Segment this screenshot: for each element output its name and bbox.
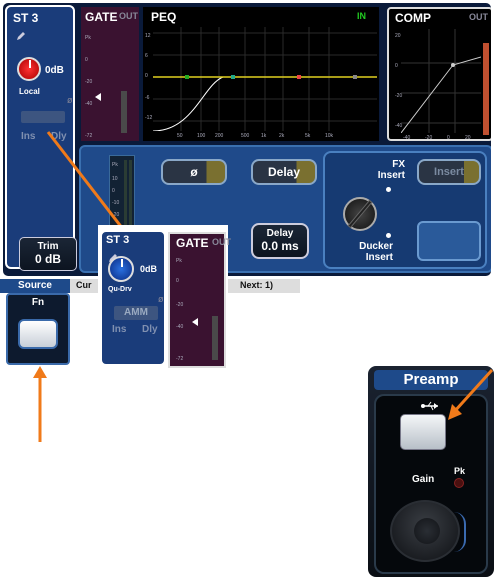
gain-knob-scale-arc	[454, 512, 466, 552]
peq-block[interactable]: PEQ IN 12 6 0 -6 -12 50 100 200 500 1k 2…	[143, 7, 379, 141]
zoom-gate-scale-72: -72	[176, 356, 184, 362]
peq-freq-500: 500	[241, 133, 250, 139]
peq-y-12: 12	[145, 33, 151, 39]
zoom-dly-label: Dly	[142, 324, 158, 335]
peq-y-minus12: -12	[145, 115, 153, 121]
peq-freq-100: 100	[197, 133, 206, 139]
zoom-gate-scale-0: 0	[176, 278, 179, 284]
gate-meter	[121, 91, 127, 133]
zoom-gate-meter	[212, 316, 218, 360]
phase-button[interactable]: ø	[161, 159, 227, 185]
ducker-insert-dot	[386, 233, 391, 238]
zoom-gain-value: 0dB	[140, 264, 158, 274]
insert-button[interactable]: Insert	[417, 159, 481, 185]
peq-status: IN	[357, 11, 366, 21]
peq-y-6: 6	[145, 53, 148, 59]
peq-y-0: 0	[145, 73, 148, 79]
peq-y-minus6: -6	[145, 95, 150, 101]
amm-indicator: AMM	[114, 306, 158, 320]
fx-insert-dot	[386, 187, 391, 192]
phase-indicator: ø	[67, 95, 73, 105]
comp-block[interactable]: COMP OUT 20 0 -20 -40 -40 -20 0 20	[387, 7, 491, 141]
tab-next[interactable]: Next: 1)	[240, 280, 273, 290]
zoom-gate-title: GATE	[176, 236, 209, 250]
gate-threshold-marker	[95, 93, 101, 101]
ins-label: Ins	[21, 131, 36, 142]
delay-button[interactable]: Delay	[251, 159, 317, 185]
comp-x-minus40: -40	[403, 135, 411, 141]
insert-button-label: Insert	[434, 166, 464, 178]
peq-curve-graph[interactable]	[153, 27, 377, 131]
delay-setting-label: Delay	[266, 228, 294, 239]
fn-key-panel: Fn	[6, 293, 70, 365]
zoom-channel-name: ST 3	[106, 234, 130, 246]
hardware-pk-label: Pk	[454, 466, 466, 476]
comp-transfer-curve[interactable]	[401, 29, 481, 133]
ducker-insert-label: Ducker Insert	[359, 241, 393, 263]
comp-y-0: 0	[395, 63, 398, 69]
channel-name: ST 3	[13, 11, 39, 25]
pencil-icon[interactable]	[15, 29, 27, 41]
peq-freq-200: 200	[215, 133, 224, 139]
gate-scale-40: -40	[85, 101, 93, 107]
comp-title: COMP	[395, 11, 431, 25]
gate-pk-label: Pk	[85, 35, 91, 41]
peq-title: PEQ	[151, 10, 177, 24]
pk-led	[454, 478, 464, 488]
peq-freq-10k: 10k	[325, 133, 334, 139]
hardware-gain-label: Gain	[412, 474, 435, 485]
insert-selector-knob[interactable]	[343, 197, 377, 231]
tab-source[interactable]: Source	[0, 279, 70, 293]
comp-gain-reduction-meter	[483, 43, 489, 135]
gate-block[interactable]: GATE OUT Pk 0 -20 -40 -72	[81, 7, 139, 141]
gain-knob[interactable]	[17, 57, 41, 81]
callout-arrow-fn	[33, 366, 47, 442]
delay-button-label: Delay	[267, 165, 301, 179]
peq-freq-2k: 2k	[279, 133, 285, 139]
gain-value: 0dB	[45, 65, 64, 76]
peq-freq-50: 50	[177, 133, 183, 139]
gate-title: GATE	[85, 10, 118, 24]
hardware-gain-knob[interactable]	[390, 500, 460, 562]
usb-icon	[420, 400, 440, 414]
usb-source-button[interactable]	[400, 414, 446, 450]
source-label: Local	[19, 87, 40, 96]
zoom-gate-scale-20: -20	[176, 302, 184, 308]
zoom-gate-pk: Pk	[176, 258, 182, 264]
delay-value: 0.0 ms	[261, 239, 299, 253]
comp-x-0: 0	[447, 135, 450, 141]
zoom-gate-block[interactable]: GATE OUT Pk 0 -20 -40 -72	[168, 232, 231, 368]
zoom-gate-threshold-marker	[192, 318, 198, 326]
fn-label: Fn	[31, 297, 45, 308]
comp-x-20: 20	[465, 135, 471, 141]
fx-insert-label: FX Insert	[377, 159, 405, 181]
zoom-gain-knob[interactable]	[108, 256, 134, 282]
amm-indicator-blank	[21, 111, 65, 123]
comp-status: OUT	[469, 12, 488, 22]
gate-scale-0: 0	[85, 57, 88, 63]
delay-value-button[interactable]: Delay 0.0 ms	[251, 223, 309, 259]
gate-scale-20: -20	[85, 79, 93, 85]
tab-current[interactable]: Cur	[76, 280, 92, 290]
zoom-gate-scale-40: -40	[176, 324, 184, 330]
peq-freq-5k: 5k	[305, 133, 311, 139]
zoom-ins-label: Ins	[112, 324, 127, 335]
callout-arrow-usb	[448, 368, 494, 420]
zoom-phase-indicator: ø	[158, 294, 164, 304]
gate-status: OUT	[119, 11, 138, 21]
zoom-gate-status: OUT	[212, 237, 231, 247]
phase-button-label: ø	[190, 165, 198, 179]
insert-assign-button[interactable]	[417, 221, 481, 261]
comp-y-20: 20	[395, 33, 401, 39]
fn-key-button[interactable]	[18, 319, 58, 349]
zoom-source-label: Qu-Drv	[108, 286, 132, 293]
zoom-channel-strip[interactable]: ST 3 0dB Qu-Drv ø AMM Ins Dly	[100, 230, 166, 366]
peq-freq-1k: 1k	[261, 133, 267, 139]
comp-x-minus20: -20	[425, 135, 433, 141]
